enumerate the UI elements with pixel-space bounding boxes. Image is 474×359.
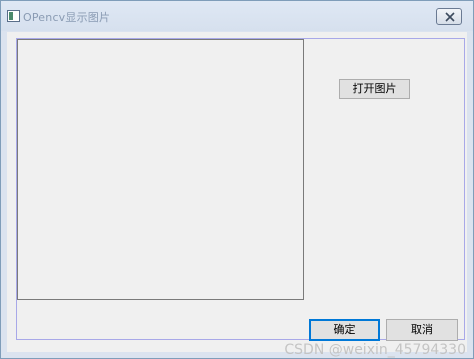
window-title: OPencv显示图片 bbox=[23, 11, 111, 24]
open-image-button[interactable]: 打开图片 bbox=[339, 79, 410, 99]
dialog-window: OPencv显示图片 打开图片 确定 取消 bbox=[0, 0, 474, 359]
ok-button[interactable]: 确定 bbox=[309, 319, 380, 341]
image-display-area bbox=[17, 39, 304, 300]
close-button[interactable] bbox=[436, 8, 462, 25]
app-window-icon bbox=[7, 10, 20, 22]
close-icon bbox=[445, 12, 455, 22]
cancel-button[interactable]: 取消 bbox=[386, 319, 458, 341]
watermark-text: CSDN @weixin_45794330 bbox=[284, 342, 466, 358]
dialog-client-area: 打开图片 确定 取消 bbox=[7, 32, 467, 352]
title-bar[interactable]: OPencv显示图片 bbox=[1, 1, 473, 31]
